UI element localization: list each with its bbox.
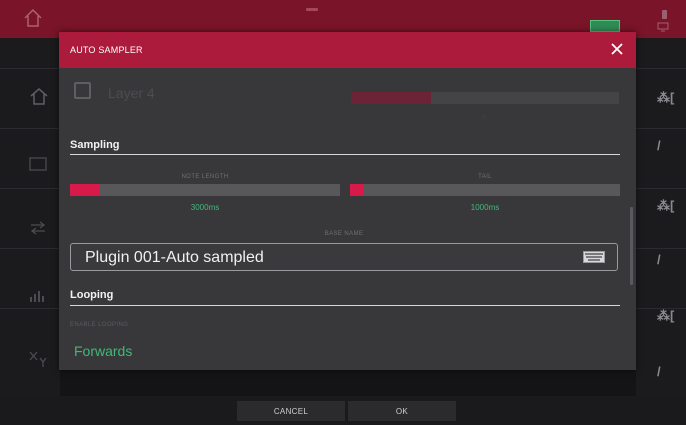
edit-glyph[interactable]: /: [657, 364, 661, 379]
transfer-icon[interactable]: [28, 220, 48, 236]
dialog-header: AUTO SAMPLER: [59, 32, 636, 68]
rail-divider: [636, 188, 686, 189]
sampling-heading: Sampling: [70, 139, 120, 151]
looping-heading: Looping: [70, 289, 114, 301]
status-indicator: [590, 20, 620, 32]
list-icon[interactable]: [28, 156, 48, 172]
layer-slider[interactable]: [351, 92, 619, 104]
footer-bar: CANCEL OK: [0, 396, 686, 425]
tail-slider[interactable]: [350, 184, 620, 196]
level-indicator: [662, 10, 667, 19]
bars-icon[interactable]: [28, 288, 48, 304]
tail-fill: [350, 184, 364, 196]
cancel-button[interactable]: CANCEL: [237, 401, 345, 421]
edit-glyph[interactable]: /: [657, 138, 661, 153]
xy-icon[interactable]: [28, 350, 48, 368]
dialog-scrollbar[interactable]: [630, 207, 633, 285]
tail-value: 1000ms: [470, 203, 500, 212]
layer-slider-fill: [351, 92, 432, 104]
layer-label: Layer 4: [108, 85, 155, 101]
note-length-label: NOTE LENGTH: [181, 174, 229, 180]
note-length-value: 3000ms: [190, 203, 220, 212]
auto-sampler-dialog: AUTO SAMPLER Layer 4 ○ Sampling NOTE LEN…: [59, 32, 636, 370]
right-rail: ⁂[ / ⁂[ / ⁂[ /: [636, 38, 686, 396]
base-name-value: Plugin 001-Auto sampled: [85, 249, 264, 266]
ok-button[interactable]: OK: [348, 401, 456, 421]
link-glyph[interactable]: ⁂[: [657, 90, 674, 106]
edit-glyph[interactable]: /: [657, 252, 661, 267]
enable-looping-label: ENABLE LOOPING: [70, 322, 129, 328]
note-length-slider[interactable]: [70, 184, 340, 196]
rail-divider: [0, 68, 60, 69]
left-rail: [0, 38, 60, 396]
rail-divider: [0, 188, 60, 189]
enable-looping-value[interactable]: Forwards: [74, 343, 132, 359]
link-glyph[interactable]: ⁂[: [657, 308, 674, 324]
rail-divider: [636, 68, 686, 69]
title-marker: [306, 8, 318, 11]
home-icon[interactable]: [22, 7, 44, 29]
rail-divider: [636, 248, 686, 249]
close-icon[interactable]: [609, 41, 625, 57]
monitor-icon[interactable]: [657, 22, 669, 32]
base-name-field[interactable]: Plugin 001-Auto sampled: [70, 243, 618, 271]
sampling-divider: [70, 154, 620, 155]
tail-label: TAIL: [478, 174, 492, 180]
layer-checkbox[interactable]: [74, 82, 91, 99]
link-glyph[interactable]: ⁂[: [657, 198, 674, 214]
base-name-label: BASE NAME: [324, 231, 364, 237]
note-length-fill: [70, 184, 100, 196]
rail-divider: [0, 128, 60, 129]
keyboard-icon[interactable]: [583, 251, 605, 263]
rail-divider: [636, 128, 686, 129]
home-icon[interactable]: [28, 86, 50, 106]
layer-value: ○: [482, 112, 487, 121]
rail-divider: [0, 248, 60, 249]
rail-divider: [0, 308, 60, 309]
dialog-title: AUTO SAMPLER: [70, 45, 143, 55]
looping-divider: [70, 305, 620, 306]
